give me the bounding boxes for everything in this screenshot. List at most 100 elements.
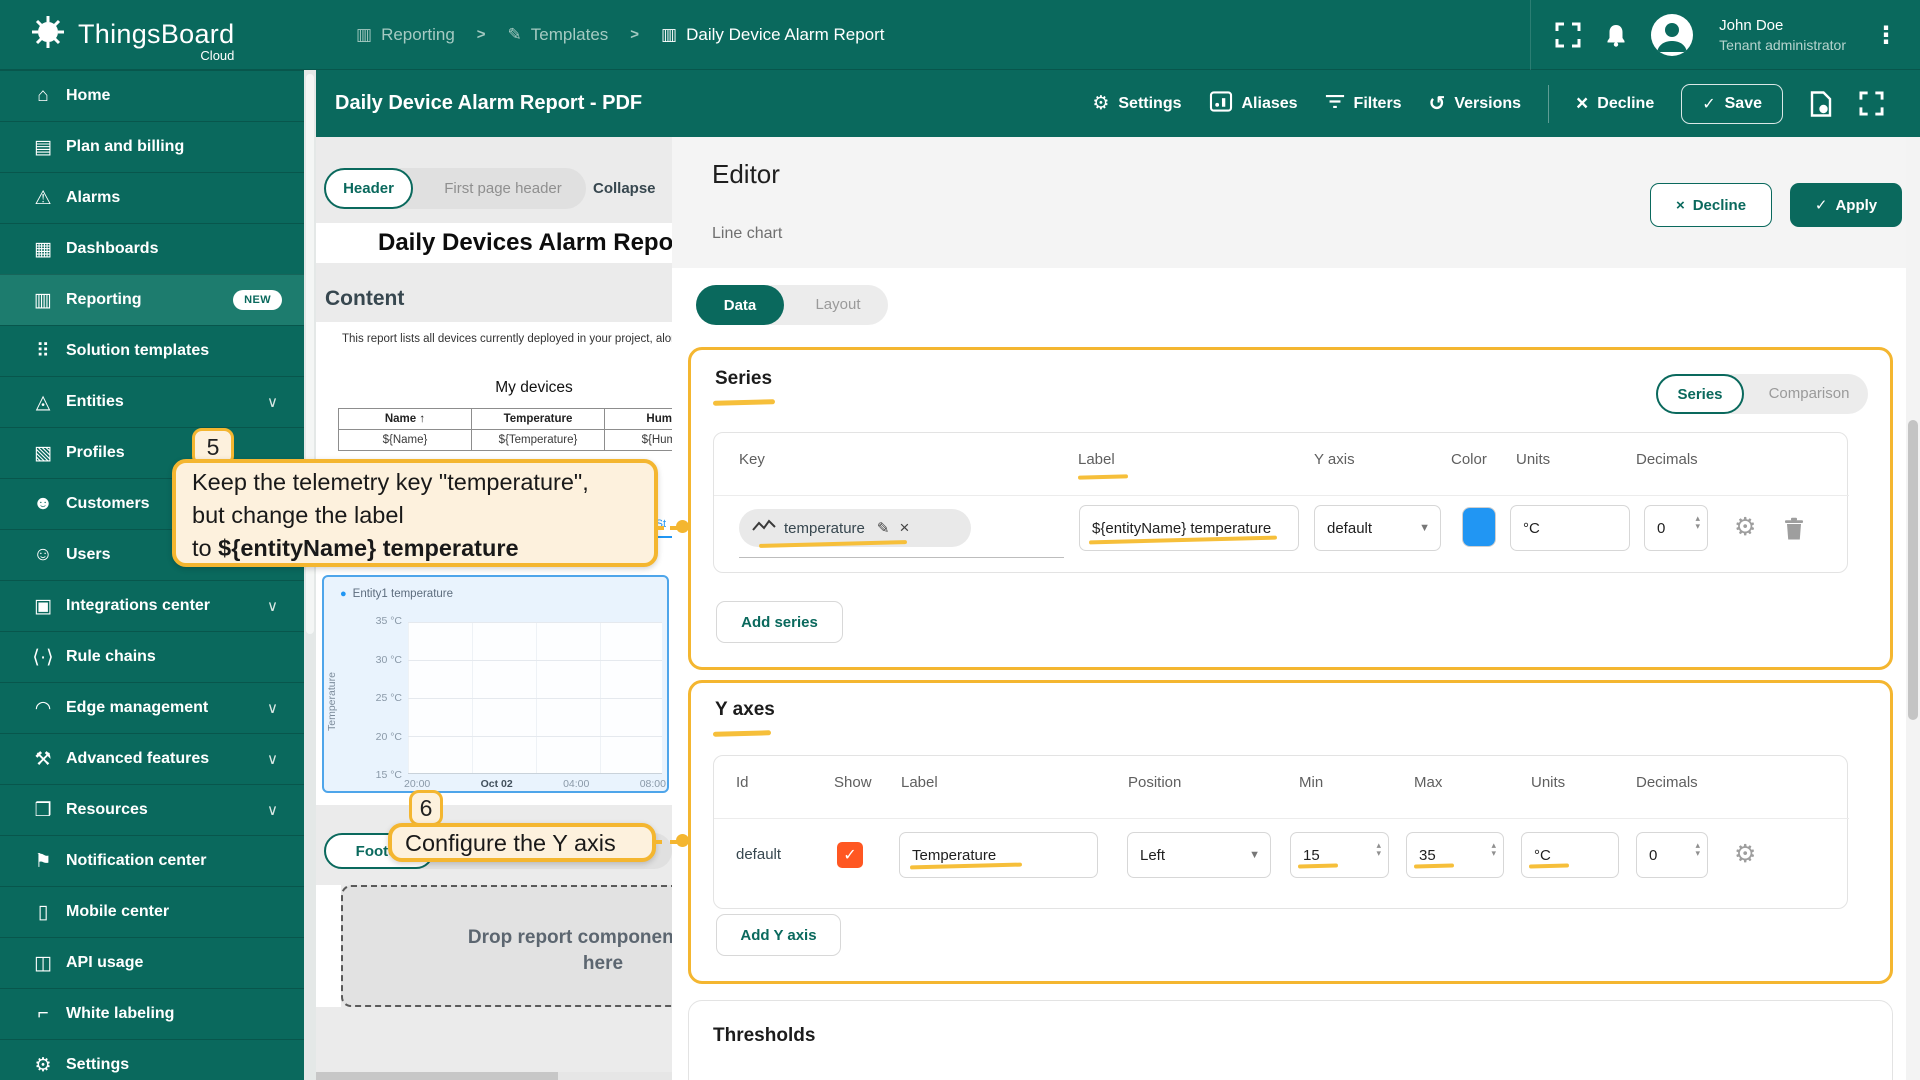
sidebar-item[interactable]: ⚑ Notification center bbox=[0, 835, 304, 886]
sidebar-item[interactable]: ◠ Edge management ∨ bbox=[0, 682, 304, 733]
toolbar-divider bbox=[1548, 85, 1549, 123]
y-axes-section-title: Y axes bbox=[715, 699, 775, 721]
editor-apply-button[interactable]: ✓ Apply bbox=[1790, 183, 1902, 227]
chevron-down-icon: ∨ bbox=[267, 750, 278, 768]
editor-subtitle: Line chart bbox=[712, 225, 782, 243]
series-settings-gear-icon[interactable]: ⚙ bbox=[1734, 515, 1756, 540]
report-table[interactable]: Name ↑TemperatureHumidity ${Name}${Tempe… bbox=[338, 408, 672, 451]
sidebar-item[interactable]: ▣ Integrations center ∨ bbox=[0, 580, 304, 631]
fullscreen-icon[interactable] bbox=[1555, 22, 1581, 48]
sidebar-item-icon: ☻ bbox=[26, 493, 60, 515]
series-color-swatch[interactable] bbox=[1462, 507, 1496, 547]
brand-name: ThingsBoard bbox=[78, 19, 234, 49]
report-preview-icon[interactable] bbox=[1810, 91, 1832, 117]
sidebar-item[interactable]: ⠿ Solution templates bbox=[0, 325, 304, 376]
settings-button[interactable]: ⚙ Settings bbox=[1092, 92, 1181, 115]
content-section-label: Content bbox=[325, 287, 404, 311]
tab-data[interactable]: Data bbox=[696, 285, 784, 325]
stepper-arrows-icon[interactable]: ▴▾ bbox=[1695, 514, 1700, 530]
stepper-arrows-icon[interactable]: ▴▾ bbox=[1695, 841, 1700, 857]
add-series-button[interactable]: Add series bbox=[716, 601, 843, 643]
min-stepper[interactable]: 15 ▴▾ bbox=[1290, 832, 1389, 878]
editor-decline-button[interactable]: × Decline bbox=[1650, 183, 1772, 227]
toggle-comparison[interactable]: Comparison bbox=[1754, 374, 1864, 414]
sidebar-scrollbar[interactable] bbox=[304, 70, 316, 1080]
col-yaxis-decimals: Decimals bbox=[1636, 774, 1698, 791]
brand-logo[interactable]: ThingsBoard Cloud bbox=[26, 10, 246, 59]
series-table: Key Label Y axis Color Units Decimals te… bbox=[713, 432, 1848, 573]
preview-hscrollbar[interactable] bbox=[316, 1072, 672, 1080]
kebab-menu-icon[interactable]: ⋮ bbox=[1870, 21, 1902, 50]
sidebar-item[interactable]: ▤ Plan and billing bbox=[0, 121, 304, 172]
pencil-icon[interactable]: ✎ bbox=[877, 519, 890, 537]
sidebar-item[interactable]: ⌐ White labeling bbox=[0, 988, 304, 1039]
chevron-down-icon: ∨ bbox=[267, 699, 278, 717]
min-value: 15 bbox=[1303, 847, 1320, 864]
label-col-underline bbox=[1078, 474, 1128, 479]
sidebar-item[interactable]: ⌂ Home bbox=[0, 70, 304, 121]
sidebar-item[interactable]: ▥ Reporting NEW bbox=[0, 274, 304, 325]
decline-button[interactable]: × Decline bbox=[1576, 92, 1654, 116]
show-checkbox[interactable]: ✓ bbox=[837, 842, 863, 868]
position-select[interactable]: Left ▼ bbox=[1127, 832, 1271, 878]
sidebar-item[interactable]: ⚠ Alarms bbox=[0, 172, 304, 223]
col-id: Id bbox=[736, 774, 749, 791]
sidebar-item-icon: ▤ bbox=[26, 136, 60, 159]
tab-first-page-header[interactable]: First page header bbox=[428, 168, 578, 209]
topbar-right: John Doe Tenant administrator ⋮ bbox=[1530, 0, 1902, 70]
breadcrumb-icon: ▥ bbox=[356, 26, 372, 43]
stepper-arrows-icon[interactable]: ▴▾ bbox=[1376, 841, 1381, 857]
sidebar-item[interactable]: ▯ Mobile center bbox=[0, 886, 304, 937]
gridline bbox=[408, 660, 662, 698]
sidebar-item[interactable]: ◬ Entities ∨ bbox=[0, 376, 304, 427]
avatar[interactable] bbox=[1651, 14, 1693, 56]
editor-scrollbar[interactable] bbox=[1906, 137, 1920, 1080]
user-info[interactable]: John Doe Tenant administrator bbox=[1719, 16, 1846, 54]
close-icon: × bbox=[1676, 197, 1685, 214]
aliases-button[interactable]: Aliases bbox=[1209, 91, 1298, 117]
filters-button[interactable]: Filters bbox=[1325, 94, 1402, 114]
series-y-axis-select[interactable]: default ▼ bbox=[1314, 505, 1441, 551]
collapse-button[interactable]: Collapse bbox=[593, 168, 672, 209]
remove-key-icon[interactable]: × bbox=[899, 518, 909, 538]
save-label: Save bbox=[1725, 95, 1762, 113]
breadcrumb-item[interactable]: ▥ Reporting bbox=[356, 25, 455, 45]
thingsboard-logo-icon bbox=[26, 10, 70, 59]
report-header-block[interactable]: Daily Devices Alarm Report bbox=[316, 223, 672, 263]
versions-button[interactable]: ↺ Versions bbox=[1429, 91, 1521, 116]
drop-zone[interactable]: Drop report components from here bbox=[341, 885, 672, 1007]
add-y-axis-button[interactable]: Add Y axis bbox=[716, 914, 841, 956]
y-axis-label-input[interactable]: Temperature bbox=[899, 832, 1098, 878]
series-label-input[interactable]: ${entityName} temperature bbox=[1079, 505, 1299, 551]
tab-layout[interactable]: Layout bbox=[798, 285, 878, 325]
series-units-input[interactable]: °C bbox=[1510, 505, 1630, 551]
sidebar-item[interactable]: ❒ Resources ∨ bbox=[0, 784, 304, 835]
y-axis-settings-gear-icon[interactable]: ⚙ bbox=[1734, 842, 1756, 867]
sidebar-item-label: Integrations center bbox=[66, 597, 210, 615]
save-button[interactable]: ✓ Save bbox=[1681, 84, 1783, 124]
sidebar-item[interactable]: ▦ Dashboards bbox=[0, 223, 304, 274]
sidebar-item-label: Home bbox=[66, 87, 110, 105]
expand-fullscreen-icon[interactable] bbox=[1859, 91, 1884, 116]
sidebar-item[interactable]: ⚙ Settings bbox=[0, 1039, 304, 1080]
breadcrumb-item[interactable]: ▥ Daily Device Alarm Report bbox=[661, 25, 884, 45]
preview-hscrollbar-thumb[interactable] bbox=[316, 1072, 558, 1080]
series-decimals-stepper[interactable]: 0 ▴▾ bbox=[1644, 505, 1708, 551]
editor-scrollbar-thumb[interactable] bbox=[1908, 420, 1918, 720]
breadcrumb-item[interactable]: ✎ Templates bbox=[508, 25, 609, 45]
dropdown-arrow-icon: ▼ bbox=[1249, 849, 1260, 861]
max-stepper[interactable]: 35 ▴▾ bbox=[1406, 832, 1504, 878]
notifications-bell-icon[interactable] bbox=[1605, 23, 1627, 47]
series-delete-icon[interactable] bbox=[1784, 517, 1804, 546]
line-chart-widget[interactable]: ● Entity1 temperature Temperature 35 °C3… bbox=[322, 575, 669, 793]
series-card: Series Series Comparison Key Label Y axi… bbox=[688, 347, 1893, 670]
sidebar-item[interactable]: ⚒ Advanced features ∨ bbox=[0, 733, 304, 784]
sidebar-item[interactable]: ⟨·⟩ Rule chains bbox=[0, 631, 304, 682]
y-axis-decimals-stepper[interactable]: 0 ▴▾ bbox=[1636, 832, 1708, 878]
y-axis-units-input[interactable]: °C bbox=[1521, 832, 1619, 878]
tab-header[interactable]: Header bbox=[324, 168, 413, 209]
sidebar-item[interactable]: ◫ API usage bbox=[0, 937, 304, 988]
toggle-series[interactable]: Series bbox=[1656, 374, 1744, 414]
stepper-arrows-icon[interactable]: ▴▾ bbox=[1491, 841, 1496, 857]
check-icon: ✓ bbox=[1815, 196, 1828, 214]
